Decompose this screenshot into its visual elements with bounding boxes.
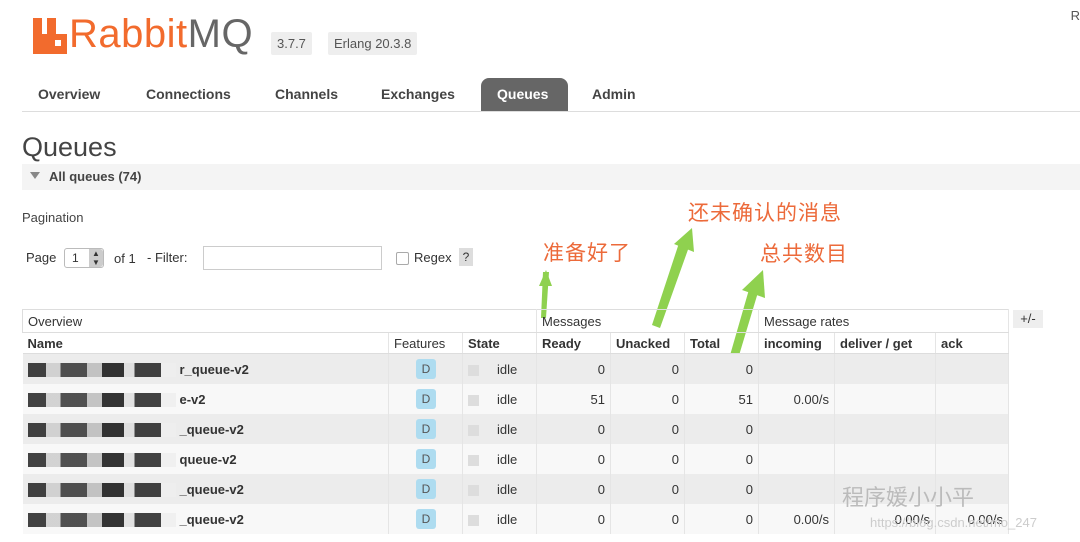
col-total[interactable]: Total [684, 332, 759, 354]
state-indicator-icon [468, 364, 479, 376]
state-text: idle [497, 361, 518, 377]
columns-toggle-button[interactable]: +/- [1013, 310, 1043, 328]
total-cell: 0 [684, 474, 759, 504]
col-name[interactable]: Name [22, 332, 389, 354]
state-cell: idle [462, 414, 537, 444]
state-indicator-icon [468, 484, 479, 496]
state-cell: idle [462, 384, 537, 414]
ready-cell: 0 [536, 504, 611, 534]
col-features[interactable]: Features [388, 332, 463, 354]
watermark-url: https://blog.csdn.net/mo_247 [870, 515, 1037, 530]
queue-name-cell[interactable]: _queue-v2 [22, 504, 389, 534]
redacted-name [27, 482, 176, 497]
ready-cell: 51 [536, 384, 611, 414]
queue-name[interactable]: _queue-v2 [180, 512, 244, 527]
watermark-text: 程序媛小小平 [842, 485, 975, 510]
durable-badge: D [416, 419, 436, 439]
redacted-name [27, 422, 176, 437]
features-cell: D [388, 504, 463, 534]
group-message-rates: Message rates [758, 309, 1009, 333]
incoming-cell [758, 444, 835, 474]
durable-badge: D [416, 479, 436, 499]
state-text: idle [497, 421, 518, 437]
table-row[interactable]: e-v2 Didle 51 0 51 0.00/s [22, 384, 1009, 414]
incoming-cell [758, 414, 835, 444]
state-indicator-icon [468, 454, 479, 466]
queue-name[interactable]: queue-v2 [180, 452, 237, 467]
group-messages: Messages [536, 309, 759, 333]
state-indicator-icon [468, 424, 479, 436]
features-cell: D [388, 474, 463, 504]
queue-name-cell[interactable]: _queue-v2 [22, 414, 389, 444]
state-cell: idle [462, 474, 537, 504]
deliver-get-cell [834, 444, 936, 474]
queue-name[interactable]: r_queue-v2 [180, 362, 249, 377]
queue-name-cell[interactable]: e-v2 [22, 384, 389, 414]
unacked-cell: 0 [610, 504, 685, 534]
queue-name[interactable]: _queue-v2 [180, 482, 244, 497]
col-state[interactable]: State [462, 332, 537, 354]
redacted-name [27, 512, 176, 527]
features-cell: D [388, 414, 463, 444]
col-ack[interactable]: ack [935, 332, 1009, 354]
total-cell: 51 [684, 384, 759, 414]
table-row[interactable]: queue-v2 Didle 0 0 0 [22, 444, 1009, 474]
durable-badge: D [416, 449, 436, 469]
queue-name-cell[interactable]: r_queue-v2 [22, 353, 389, 384]
unacked-cell: 0 [610, 384, 685, 414]
state-cell: idle [462, 353, 537, 384]
queue-name[interactable]: e-v2 [180, 392, 206, 407]
durable-badge: D [416, 359, 436, 379]
redacted-name [27, 452, 176, 467]
table-row[interactable]: r_queue-v2 Didle 0 0 0 [22, 353, 1009, 384]
unacked-cell: 0 [610, 474, 685, 504]
ready-cell: 0 [536, 353, 611, 384]
col-incoming[interactable]: incoming [758, 332, 835, 354]
durable-badge: D [416, 389, 436, 409]
incoming-cell: 0.00/s [758, 504, 835, 534]
total-cell: 0 [684, 504, 759, 534]
state-cell: idle [462, 504, 537, 534]
unacked-cell: 0 [610, 353, 685, 384]
queue-name-cell[interactable]: queue-v2 [22, 444, 389, 474]
col-unacked[interactable]: Unacked [610, 332, 685, 354]
deliver-get-cell [834, 414, 936, 444]
table-row[interactable]: _queue-v2 Didle 0 0 0 [22, 414, 1009, 444]
deliver-get-cell [834, 353, 936, 384]
ack-cell [935, 444, 1009, 474]
state-indicator-icon [468, 514, 479, 526]
incoming-cell: 0.00/s [758, 384, 835, 414]
redacted-name [27, 392, 176, 407]
total-cell: 0 [684, 353, 759, 384]
ready-cell: 0 [536, 444, 611, 474]
ack-cell [935, 353, 1009, 384]
incoming-cell [758, 474, 835, 504]
group-overview: Overview [22, 309, 537, 333]
unacked-cell: 0 [610, 414, 685, 444]
ack-cell [935, 384, 1009, 414]
state-text: idle [497, 481, 518, 497]
ready-cell: 0 [536, 414, 611, 444]
col-deliver-get[interactable]: deliver / get [834, 332, 936, 354]
total-cell: 0 [684, 414, 759, 444]
col-ready[interactable]: Ready [536, 332, 611, 354]
state-cell: idle [462, 444, 537, 474]
ready-cell: 0 [536, 474, 611, 504]
redacted-name [27, 362, 176, 377]
features-cell: D [388, 384, 463, 414]
total-cell: 0 [684, 444, 759, 474]
features-cell: D [388, 444, 463, 474]
incoming-cell [758, 353, 835, 384]
state-text: idle [497, 451, 518, 467]
state-text: idle [497, 391, 518, 407]
features-cell: D [388, 353, 463, 384]
queue-name[interactable]: _queue-v2 [180, 422, 244, 437]
ack-cell [935, 414, 1009, 444]
deliver-get-cell [834, 384, 936, 414]
state-text: idle [497, 511, 518, 527]
durable-badge: D [416, 509, 436, 529]
unacked-cell: 0 [610, 444, 685, 474]
queue-name-cell[interactable]: _queue-v2 [22, 474, 389, 504]
state-indicator-icon [468, 394, 479, 406]
